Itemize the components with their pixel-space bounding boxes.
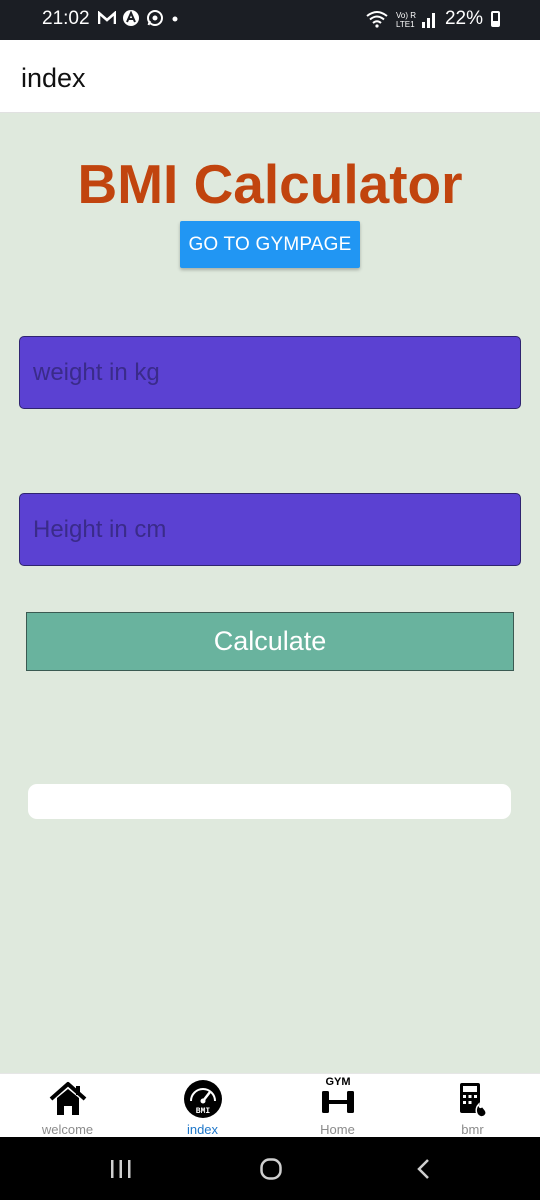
- bottom-tab-bar: welcome BMI index GYM Home bmr: [0, 1073, 540, 1137]
- bmi-title: BMI Calculator: [77, 153, 463, 215]
- back-icon[interactable]: [412, 1157, 436, 1181]
- tab-label-index: index: [186, 1122, 219, 1137]
- tab-welcome[interactable]: welcome: [0, 1074, 135, 1138]
- status-right: Vo) R LTE1 22%: [365, 8, 500, 30]
- tab-label-welcome: welcome: [41, 1122, 94, 1137]
- gmail-icon: [98, 11, 116, 24]
- recent-apps-icon[interactable]: [109, 1157, 133, 1181]
- page-title: index: [21, 63, 86, 93]
- dot-icon: [172, 16, 178, 22]
- height-input[interactable]: [19, 493, 521, 566]
- calculate-button[interactable]: Calculate: [26, 612, 514, 671]
- tab-label-home: Home: [320, 1122, 355, 1137]
- network-signal-icon: Vo) R LTE1: [396, 11, 435, 29]
- calculator-flame-icon: [459, 1083, 487, 1118]
- whatsapp-icon: [147, 10, 163, 26]
- gym-dumbbell-icon: GYM: [321, 1076, 354, 1113]
- system-nav-bar: [0, 1137, 540, 1200]
- app-header: index: [0, 40, 540, 113]
- svg-text:GYM: GYM: [325, 1076, 350, 1088]
- battery-icon: [491, 11, 500, 27]
- result-output: [28, 784, 511, 819]
- tab-home[interactable]: GYM Home: [270, 1074, 405, 1138]
- tab-index[interactable]: BMI index: [135, 1074, 270, 1138]
- svg-text:BMI: BMI: [195, 1107, 210, 1116]
- volte-label: Vo) R LTE1: [396, 11, 416, 29]
- weight-input[interactable]: [19, 336, 521, 409]
- wifi-icon: [366, 11, 388, 28]
- home-nav-icon[interactable]: [259, 1157, 283, 1181]
- navigation-a-icon: [123, 10, 139, 26]
- status-time: 21:02: [42, 8, 90, 29]
- notification-icons: [98, 9, 180, 27]
- battery-percent: 22%: [444, 8, 483, 29]
- go-to-gympage-button[interactable]: GO TO GYMPAGE: [180, 221, 360, 268]
- home-icon: [49, 1082, 86, 1115]
- tab-label-bmr: bmr: [461, 1122, 484, 1137]
- bmi-gauge-icon: BMI: [183, 1080, 222, 1118]
- status-bar: 21:02 Vo) R LTE1 22%: [0, 0, 540, 40]
- tab-bmr[interactable]: bmr: [405, 1074, 540, 1138]
